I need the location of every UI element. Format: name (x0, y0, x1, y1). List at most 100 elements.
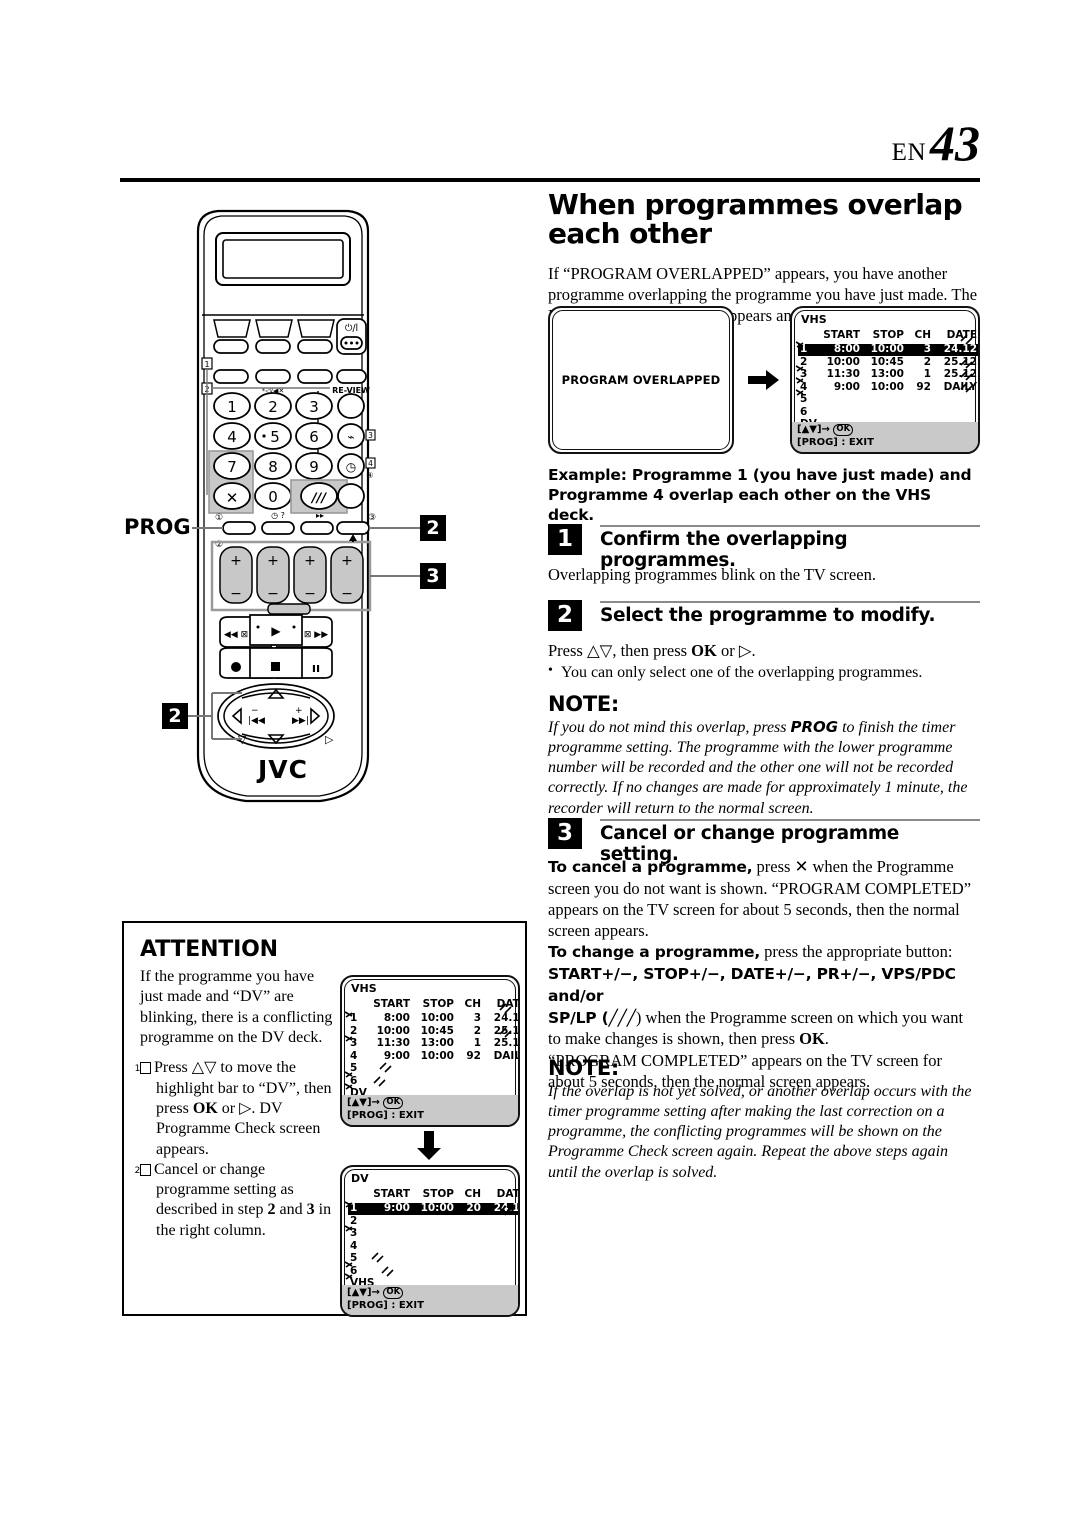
svg-text:−: − (251, 706, 259, 716)
col-date: DATE (946, 329, 977, 342)
screen-footer: [▲▼]→ OK [PROG] : EXIT (342, 1285, 518, 1315)
manual-page: EN43 ⏻/l *◁/◀✕ RE-VIEW 1 2 1 2 3 4 5 6 8… (0, 0, 1080, 1528)
page-header: EN43 (120, 115, 980, 182)
note-2: NOTE: If the overlap is not yet solved, … (548, 1050, 980, 1193)
tv-screen-vhs-programme-check: VHS START STOP CH DATE 1 8:00 10:00 3 24… (790, 306, 980, 454)
example-line-1: Example: Programme 1 (you have just made… (548, 466, 972, 484)
brand-logo: JVC (256, 755, 308, 784)
arrow-down-icon (417, 1131, 441, 1160)
deck-label: DV (351, 1172, 369, 1185)
callout-badge-2-bottom: 2 (162, 703, 188, 729)
table-header-row: START STOP CH DATE (373, 998, 520, 1011)
svg-text:+: + (267, 553, 279, 569)
table-row: 2 (350, 1214, 358, 1227)
svg-text:▷: ▷ (325, 733, 334, 746)
cancel-key-icon: ✕ (226, 489, 239, 507)
svg-text:+: + (304, 553, 316, 569)
table-row: 3 (350, 1227, 358, 1240)
attention-item-1: 1 Press △▽ to move the highlight bar to “… (134, 1059, 332, 1158)
timer-icon: ◷ (346, 460, 357, 474)
ok-icon: OK (383, 1097, 404, 1109)
table-row: 6 (350, 1264, 358, 1277)
table-row: 5 (350, 1062, 358, 1075)
buttons-line: START+/−, STOP+/−, DATE+/−, PR+/−, VPS/P… (548, 964, 956, 1005)
power-icon: ⏻/l (345, 323, 358, 334)
step-2-number: 2 (548, 600, 582, 631)
table-row: 6 (350, 1074, 358, 1087)
cancel-lead: To cancel a programme, (548, 858, 753, 876)
footer-exit: [PROG] : EXIT (347, 1109, 424, 1121)
page-number: 43 (930, 115, 980, 171)
note-1-heading: NOTE: (548, 692, 619, 716)
svg-text:▶: ▶ (271, 624, 281, 638)
header-rule (120, 178, 980, 182)
svg-text:−: − (230, 586, 242, 602)
tv-screen-program-overlapped: PROGRAM OVERLAPPED (548, 306, 734, 454)
svg-text:−: − (341, 586, 353, 602)
step-3-cancel: To cancel a programme, press ✕ when the … (548, 856, 980, 941)
key-3: 3 (309, 398, 319, 416)
svg-text:3: 3 (368, 431, 373, 440)
change-rest: press the appropriate button: (760, 942, 953, 962)
footer-nav: [▲▼] (347, 1287, 372, 1298)
tv-screen-att-dv: DV START STOP CH DATE 1 (340, 1165, 520, 1317)
svg-text:◷ ?: ◷ ? (271, 511, 285, 520)
key-9: 9 (309, 458, 319, 476)
footer-nav: [▲▼] (797, 424, 822, 435)
svg-text:+: + (341, 553, 353, 569)
step-2-bullet: You can only select one of the overlappi… (548, 662, 980, 683)
key-4: 4 (227, 428, 237, 446)
attention-intro: If the programme you have just made and … (140, 968, 333, 1046)
svg-text:▸▸: ▸▸ (316, 511, 324, 520)
screen-footer: [▲▼]→ OK [PROG] : EXIT (342, 1095, 518, 1125)
key-6: 6 (309, 428, 319, 446)
svg-text:①: ① (215, 513, 223, 523)
programme-table: START STOP CH DATE 1 8:00 10:00 3 24.12 (348, 998, 520, 1100)
table-row: 1 9:00 10:00 20 24.12 (348, 1202, 518, 1216)
deck-label: VHS (351, 982, 377, 995)
svg-text:◀◀ ⊠: ◀◀ ⊠ (224, 630, 248, 640)
svg-text:⊠ ▶▶: ⊠ ▶▶ (304, 630, 328, 640)
programme-table: START STOP CH DATE 1 9:00 10:00 20 24.12 (348, 1188, 520, 1290)
splp-glyph-icon: ╱╱╱ (608, 1008, 637, 1027)
key-8: 8 (268, 458, 278, 476)
step-3-number: 3 (548, 818, 582, 849)
key-0: 0 (268, 488, 278, 506)
col-start: START (823, 329, 860, 342)
ok-icon: OK (833, 424, 854, 436)
attention-item-2: 2 Cancel or change programme setting as d… (134, 1160, 332, 1239)
screens-row: PROGRAM OVERLAPPED VHS START STOP CH DAT… (548, 306, 980, 456)
table-row: 4 9:00 10:00 92 DAILY (800, 380, 977, 393)
svg-text:−: − (304, 586, 316, 602)
col-ch: CH (914, 329, 932, 342)
note-1-text: If you do not mind this overlap, press P… (548, 718, 968, 817)
callout-badge-3: 3 (420, 563, 446, 589)
table-row: 1 8:00 10:00 3 24.12 (350, 1012, 520, 1025)
table-row: 1 8:00 10:00 3 24.12 (798, 343, 978, 357)
table-row: 2 10:00 10:45 2 25.12 (800, 355, 977, 368)
footer-nav: [▲▼] (347, 1097, 372, 1108)
step-1-body: Overlapping programmes blink on the TV s… (548, 565, 876, 584)
table-row: 3 11:30 13:00 1 25.12 (350, 1037, 520, 1050)
step-2-press-line: Press △▽, then press OK or ▷. (548, 641, 756, 660)
step-1-number: 1 (548, 524, 582, 555)
footer-exit: [PROG] : EXIT (797, 436, 874, 448)
key-1: 1 (227, 398, 237, 416)
step-3-change: To change a programme, press the appropr… (548, 941, 980, 963)
svg-text:▶▶|: ▶▶| (292, 716, 309, 726)
table-header-row: START STOP CH DATE (373, 1188, 520, 1201)
overlapped-message: PROGRAM OVERLAPPED (561, 373, 721, 387)
note-2-heading: NOTE: (548, 1056, 619, 1080)
svg-text:−: − (267, 586, 279, 602)
svg-text:4: 4 (368, 459, 373, 468)
programme-table: START STOP CH DATE 1 8:00 10:00 3 24.12 (798, 329, 978, 431)
attention-heading: ATTENTION (140, 937, 278, 962)
example-caption: Example: Programme 1 (you have just made… (548, 466, 980, 525)
svg-text:+: + (295, 706, 303, 716)
svg-text:④: ④ (366, 471, 373, 480)
svg-text:③: ③ (368, 513, 376, 523)
table-row: 6 (800, 405, 808, 418)
table-row: 2 10:00 10:45 2 25.12 (350, 1024, 520, 1037)
attention-box: ATTENTION If the programme you have just… (122, 921, 527, 1317)
footer-exit: [PROG] : EXIT (347, 1299, 424, 1311)
